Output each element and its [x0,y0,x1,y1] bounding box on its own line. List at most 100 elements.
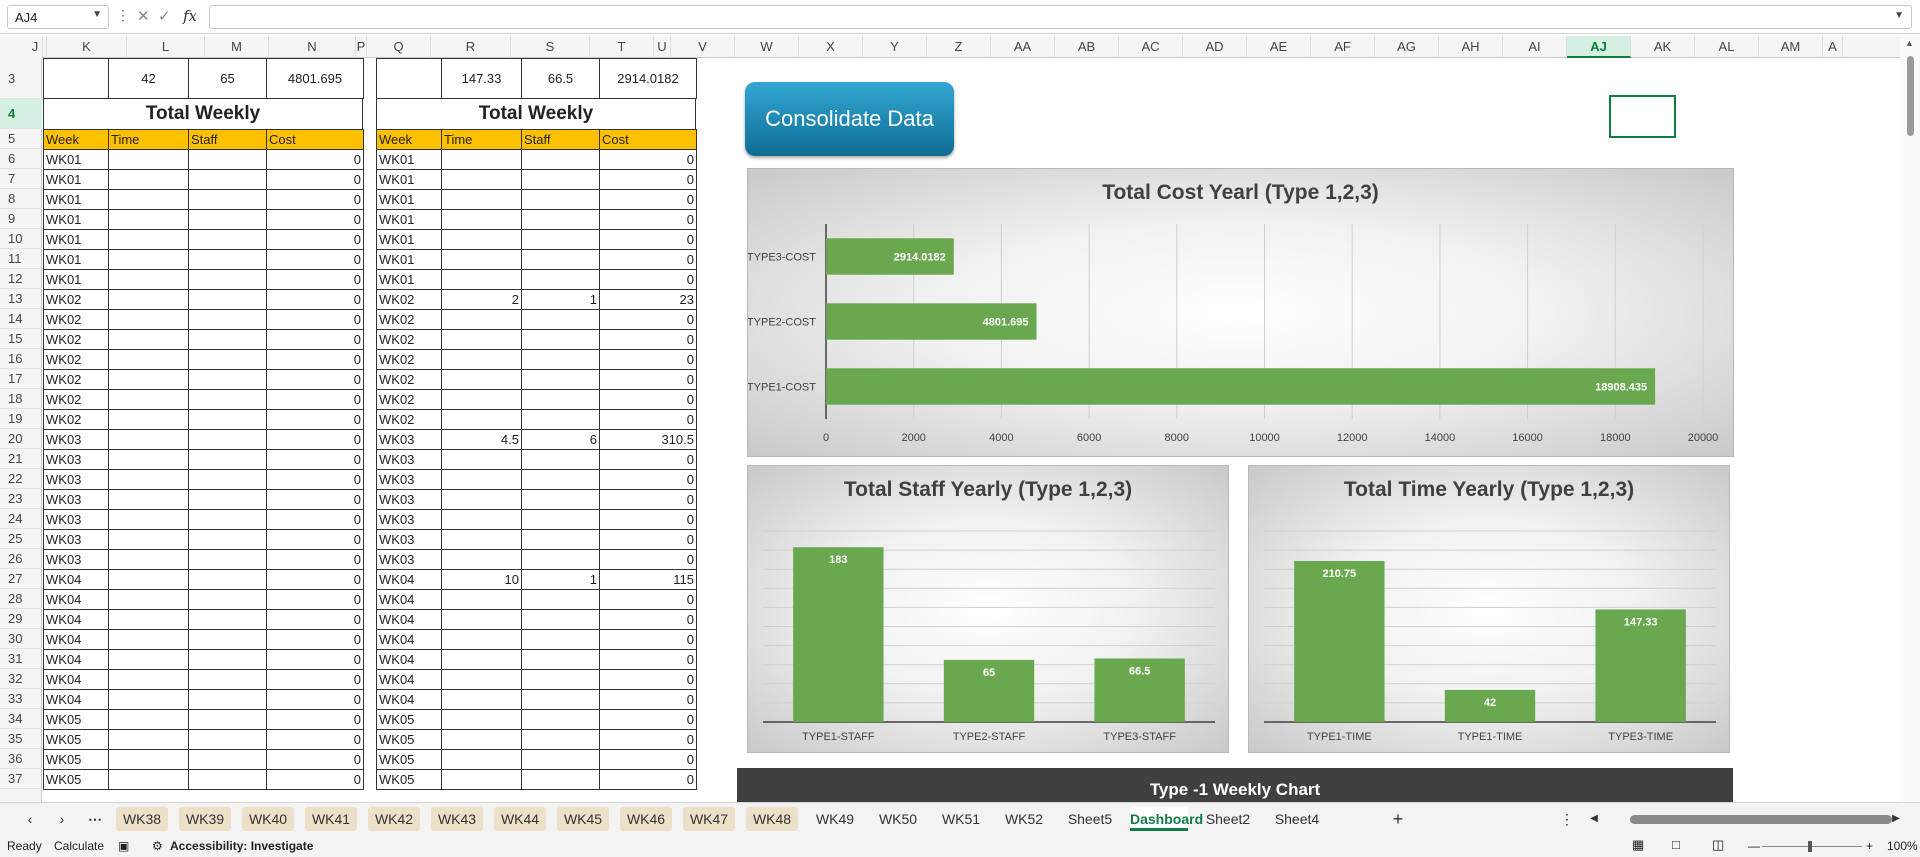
table-cell[interactable]: WK04 [43,589,109,610]
table-cell[interactable] [188,609,267,630]
total-cell[interactable]: 42 [108,58,189,99]
table-cell[interactable] [188,709,267,730]
table-cell[interactable] [521,609,600,630]
table-cell[interactable] [521,649,600,670]
table-cell[interactable]: 0 [266,209,364,230]
table-cell[interactable]: 0 [266,629,364,650]
table-cell[interactable] [188,329,267,350]
table-cell[interactable] [521,409,600,430]
more-sheets-icon[interactable]: ⋯ [84,807,106,831]
table-cell[interactable]: 0 [599,749,697,770]
table-cell[interactable] [108,289,189,310]
row-header[interactable]: 37 [0,769,42,789]
table-cell[interactable]: WK01 [43,269,109,290]
table-cell[interactable] [441,589,522,610]
table-cell[interactable] [441,729,522,750]
table-cell[interactable]: 0 [266,349,364,370]
table-cell[interactable] [108,249,189,270]
column-header[interactable]: W [735,36,799,58]
table-cell[interactable] [108,769,189,790]
column-header[interactable]: N [269,36,356,58]
table-cell[interactable] [521,449,600,470]
accessibility-icon[interactable]: ⚙ [152,839,163,853]
column-header[interactable]: R [431,36,511,58]
status-calculate[interactable]: Calculate [54,839,104,853]
table-cell[interactable]: WK03 [43,449,109,470]
table-cell[interactable] [108,489,189,510]
column-header[interactable]: AI [1503,36,1567,58]
sheet-tab[interactable]: WK38 [116,807,168,831]
table-cell[interactable] [188,229,267,250]
column-header-cell[interactable]: Cost [599,129,697,150]
table-cell[interactable]: WK01 [43,209,109,230]
table-cell[interactable]: WK02 [43,369,109,390]
table-cell[interactable]: 0 [599,649,697,670]
table-cell[interactable]: 0 [266,229,364,250]
column-header[interactable]: AJ [1567,36,1631,58]
table-cell[interactable]: WK01 [376,149,442,170]
tab-options-icon[interactable]: ⋮ [1560,807,1574,831]
table-cell[interactable] [441,249,522,270]
column-header-cell[interactable]: Time [108,129,189,150]
row-header[interactable]: 4 [0,99,42,129]
table-cell[interactable] [188,649,267,670]
table-cell[interactable] [441,409,522,430]
total-cell[interactable]: 65 [188,58,267,99]
table-cell[interactable] [441,209,522,230]
table-cell[interactable]: 0 [266,309,364,330]
table-cell[interactable]: 0 [266,769,364,790]
table-cell[interactable]: 4.5 [441,429,522,450]
sheet-tab[interactable]: Sheet4 [1268,807,1326,831]
table-cell[interactable]: 0 [599,549,697,570]
table-cell[interactable] [108,449,189,470]
bar[interactable] [793,547,884,722]
zoom-out-icon[interactable]: — [1748,839,1760,853]
table-cell[interactable]: 0 [266,509,364,530]
table-cell[interactable] [188,529,267,550]
table-cell[interactable] [441,149,522,170]
table-cell[interactable] [441,509,522,530]
table-cell[interactable]: WK02 [43,409,109,430]
table-cell[interactable]: 0 [266,249,364,270]
table-cell[interactable] [441,529,522,550]
table-cell[interactable] [108,169,189,190]
chevron-down-icon[interactable]: ▼ [92,9,102,20]
table-cell[interactable] [521,709,600,730]
column-header[interactable]: AM [1759,36,1823,58]
table-cell[interactable]: 2 [441,289,522,310]
table-cell[interactable]: WK01 [376,169,442,190]
row-header[interactable]: 8 [0,189,42,209]
zoom-in-icon[interactable]: + [1866,839,1873,853]
table-cell[interactable]: 0 [266,489,364,510]
table-cell[interactable]: 0 [599,209,697,230]
table-cell[interactable] [188,189,267,210]
table-cell[interactable]: WK04 [43,569,109,590]
table-cell[interactable]: WK02 [376,409,442,430]
table-cell[interactable] [441,649,522,670]
table-cell[interactable]: 0 [599,469,697,490]
column-header[interactable]: S [511,36,590,58]
column-header[interactable]: A [1823,36,1843,58]
table-cell[interactable]: WK02 [376,389,442,410]
table-cell[interactable]: WK02 [376,289,442,310]
bar[interactable] [826,368,1656,405]
table-cell[interactable]: WK04 [376,689,442,710]
table-cell[interactable]: 115 [599,569,697,590]
table-cell[interactable] [108,149,189,170]
total-cell[interactable]: 147.33 [441,58,522,99]
prev-sheet-icon[interactable]: ‹ [22,807,38,831]
table-cell[interactable] [188,149,267,170]
next-sheet-icon[interactable]: › [54,807,70,831]
table-cell[interactable] [108,269,189,290]
row-header[interactable]: 19 [0,409,42,429]
table-cell[interactable]: WK01 [43,169,109,190]
table-cell[interactable]: 0 [266,389,364,410]
table-cell[interactable]: 0 [599,389,697,410]
table-cell[interactable]: 0 [599,169,697,190]
column-header[interactable]: AE [1247,36,1311,58]
table-cell[interactable]: WK03 [43,549,109,570]
table-cell[interactable]: 0 [266,149,364,170]
table-cell[interactable] [441,689,522,710]
row-header[interactable]: 18 [0,389,42,409]
table-cell[interactable] [188,629,267,650]
